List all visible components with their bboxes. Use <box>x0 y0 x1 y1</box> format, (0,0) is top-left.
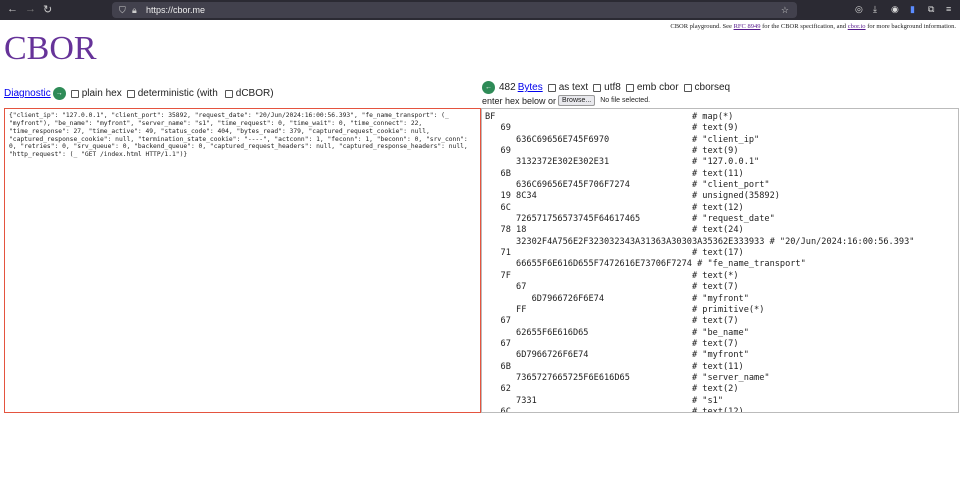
bytes-controls: ← 482 Bytes as text utf8 emb cbor cborse… <box>482 81 730 94</box>
note-text: CBOR playground. See <box>670 23 734 30</box>
hex-input[interactable]: BF # map(*) 69 # text(9) 636C69656E745F6… <box>481 108 959 413</box>
note-text: for more background information. <box>865 23 956 30</box>
download-icon[interactable]: ⤓ <box>873 4 877 15</box>
utf8-checkbox[interactable] <box>593 83 602 92</box>
header-note: CBOR playground. See RFC 8949 for the CB… <box>670 23 956 30</box>
bookmark-star-icon[interactable]: ☆ <box>781 2 789 18</box>
utf8-label: utf8 <box>604 82 621 93</box>
cborseq-label: cborseq <box>694 82 731 93</box>
dcbor-checkbox[interactable] <box>224 89 233 98</box>
deterministic-label: deterministic (with <box>137 88 218 99</box>
diagnostic-controls: Diagnostic → plain hex deterministic (wi… <box>4 87 274 100</box>
reload-icon[interactable]: ↻ <box>43 3 52 16</box>
rfc-link[interactable]: RFC 8949 <box>734 23 761 30</box>
dcbor-label: dCBOR) <box>235 88 274 99</box>
back-icon[interactable]: ← <box>7 3 18 15</box>
pocket-icon[interactable]: ◎ <box>855 4 863 15</box>
menu-icon[interactable]: ≡ <box>946 4 951 14</box>
note-text: for the CBOR specification, and <box>760 23 848 30</box>
emb-cbor-checkbox[interactable] <box>625 83 634 92</box>
as-text-label: as text <box>558 82 589 93</box>
extensions-icon[interactable]: ⧉ <box>928 4 934 15</box>
emb-cbor-label: emb cbor <box>636 82 679 93</box>
bitwarden-icon[interactable]: ▮ <box>910 4 915 15</box>
forward-icon[interactable]: → <box>25 3 36 15</box>
cborseq-checkbox[interactable] <box>683 83 692 92</box>
as-text-checkbox[interactable] <box>547 83 556 92</box>
enter-hex-label: enter hex below or <box>482 95 557 106</box>
browse-button[interactable]: Browse... <box>558 95 596 106</box>
account-icon[interactable]: ◉ <box>891 4 899 15</box>
diagnostic-link[interactable]: Diagnostic <box>4 88 51 99</box>
plain-hex-label: plain hex <box>81 88 122 99</box>
diagnostic-input[interactable]: {"client_ip": "127.0.0.1", "client_port"… <box>4 108 481 413</box>
browser-toolbar: ← → ↻ ⛉ 🔒︎ https://cbor.me ☆ ◎ ⤓ ◉ ▮ ⧉ ≡ <box>0 0 960 20</box>
url-text: https://cbor.me <box>146 5 206 15</box>
file-controls: enter hex below or Browse... No file sel… <box>482 95 650 106</box>
convert-to-bytes-button[interactable]: → <box>52 87 66 100</box>
deterministic-checkbox[interactable] <box>126 89 135 98</box>
address-bar[interactable]: ⛉ 🔒︎ https://cbor.me ☆ <box>112 2 797 18</box>
shield-icon: ⛉ <box>119 5 126 15</box>
bytes-count: 482 <box>499 82 516 93</box>
logo: CBOR <box>4 30 97 67</box>
bytes-link[interactable]: Bytes <box>518 82 543 93</box>
cborio-link[interactable]: cbor.io <box>848 23 866 30</box>
convert-to-diagnostic-button[interactable]: ← <box>482 81 495 94</box>
lock-icon: 🔒︎ <box>132 5 137 15</box>
plain-hex-checkbox[interactable] <box>70 89 79 98</box>
file-status: No file selected. <box>600 97 651 104</box>
